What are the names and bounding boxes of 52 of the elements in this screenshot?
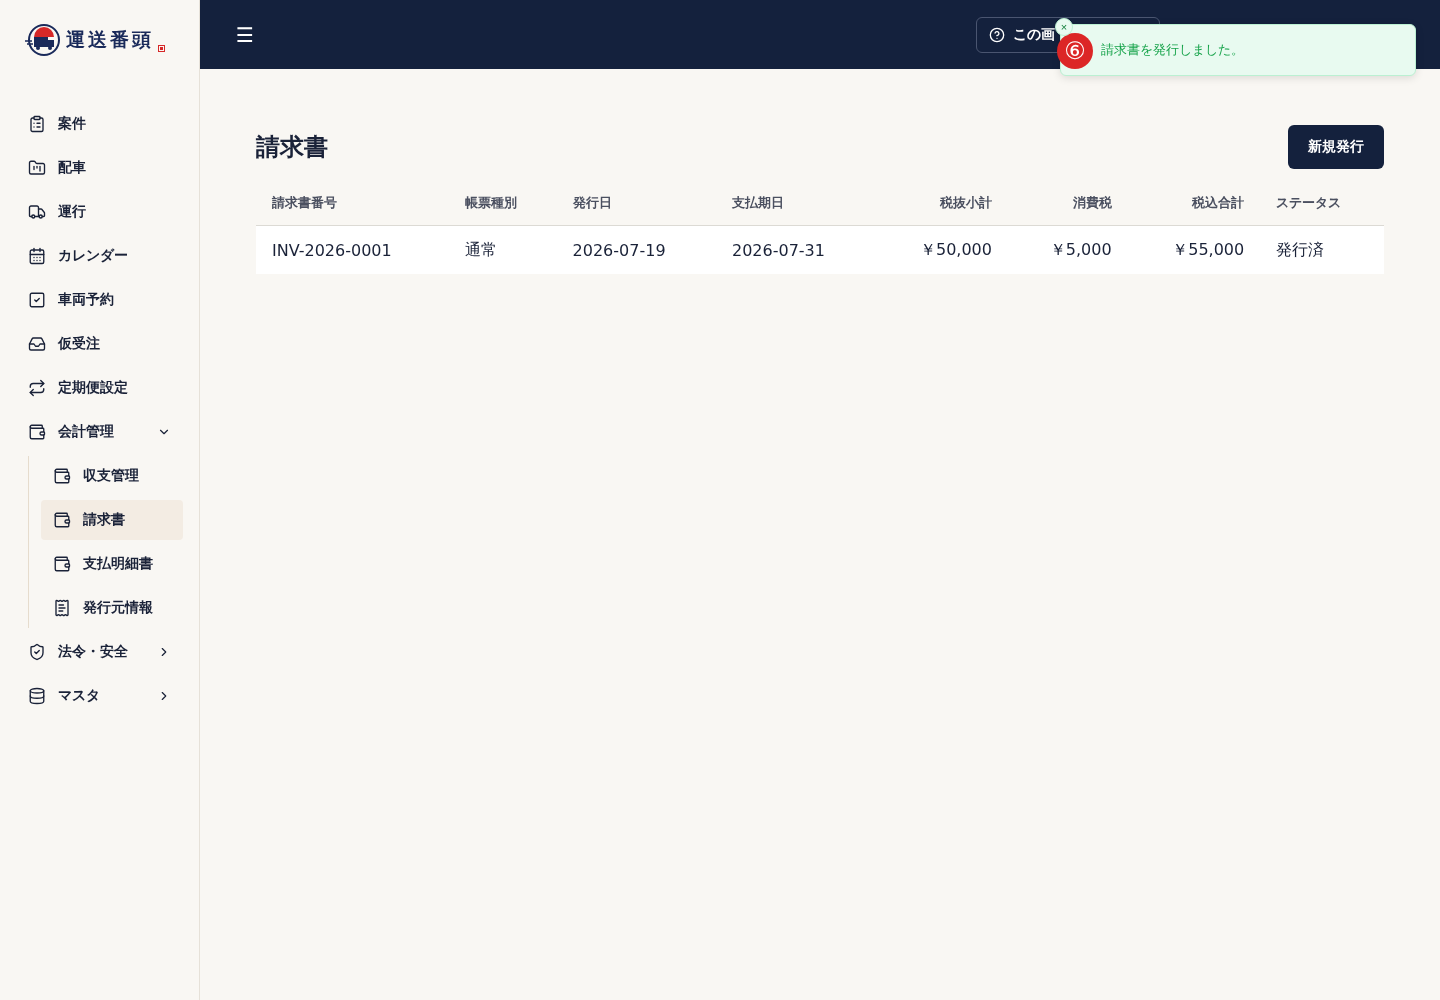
column-header: 支払期日	[715, 181, 876, 226]
seal-icon	[158, 45, 165, 52]
sidebar-item[interactable]: 仮受注	[16, 324, 183, 364]
column-header: 消費税	[1007, 181, 1128, 226]
calendar-icon	[28, 247, 46, 265]
logo-text: 運送番頭	[66, 27, 154, 52]
column-header: 税抜小計	[875, 181, 1008, 226]
column-header: ステータス	[1260, 181, 1384, 226]
sidebar-item[interactable]: 収支管理	[41, 456, 183, 496]
menu-button[interactable]: ☰	[236, 22, 254, 47]
sidebar-item[interactable]: 定期便設定	[16, 368, 183, 408]
sidebar-item[interactable]: 案件	[16, 104, 183, 144]
truck-icon	[28, 203, 46, 221]
column-header: 発行日	[556, 181, 716, 226]
table-cell: 通常	[449, 225, 557, 274]
receipt-icon	[53, 599, 71, 617]
repeat-icon	[28, 379, 46, 397]
sidebar-item[interactable]: 車両予約	[16, 280, 183, 320]
table-cell: 2026-07-31	[715, 225, 876, 274]
step-badge: ⑥	[1057, 33, 1093, 69]
table-cell: ￥5,000	[1007, 225, 1128, 274]
wallet-icon	[28, 423, 46, 441]
table-cell: 発行済	[1260, 225, 1384, 274]
inbox-icon	[28, 335, 46, 353]
sidebar-item[interactable]: 請求書	[41, 500, 183, 540]
column-header: 税込合計	[1127, 181, 1261, 226]
new-invoice-button[interactable]: 新規発行	[1288, 125, 1384, 169]
table-cell: 2026-07-19	[556, 225, 716, 274]
column-header: 請求書番号	[256, 181, 450, 226]
folder-icon	[28, 159, 46, 177]
table-cell: ￥55,000	[1127, 225, 1261, 274]
table-cell: INV-2026-0001	[256, 225, 450, 274]
sidebar-item[interactable]: 会計管理	[16, 412, 183, 452]
sidebar-item[interactable]: マスタ	[16, 676, 183, 716]
sidebar-item[interactable]: 配車	[16, 148, 183, 188]
page-title: 請求書	[256, 132, 328, 163]
wallet-icon	[53, 511, 71, 529]
sidebar-item[interactable]: カレンダー	[16, 236, 183, 276]
help-icon	[989, 26, 1005, 43]
wallet-icon	[53, 467, 71, 485]
checklist-icon	[28, 291, 46, 309]
clipboard-icon	[28, 115, 46, 133]
column-header: 帳票種別	[449, 181, 557, 226]
sidebar-item[interactable]: 支払明細書	[41, 544, 183, 584]
shield-icon	[28, 643, 46, 661]
sidebar-item[interactable]: 運行	[16, 192, 183, 232]
wallet-icon	[53, 555, 71, 573]
table-cell: ￥50,000	[875, 225, 1008, 274]
database-icon	[28, 687, 46, 705]
sidebar-item[interactable]: 発行元情報	[41, 588, 183, 628]
logo-icon	[24, 23, 62, 57]
sidebar-item[interactable]: 法令・安全	[16, 632, 183, 672]
